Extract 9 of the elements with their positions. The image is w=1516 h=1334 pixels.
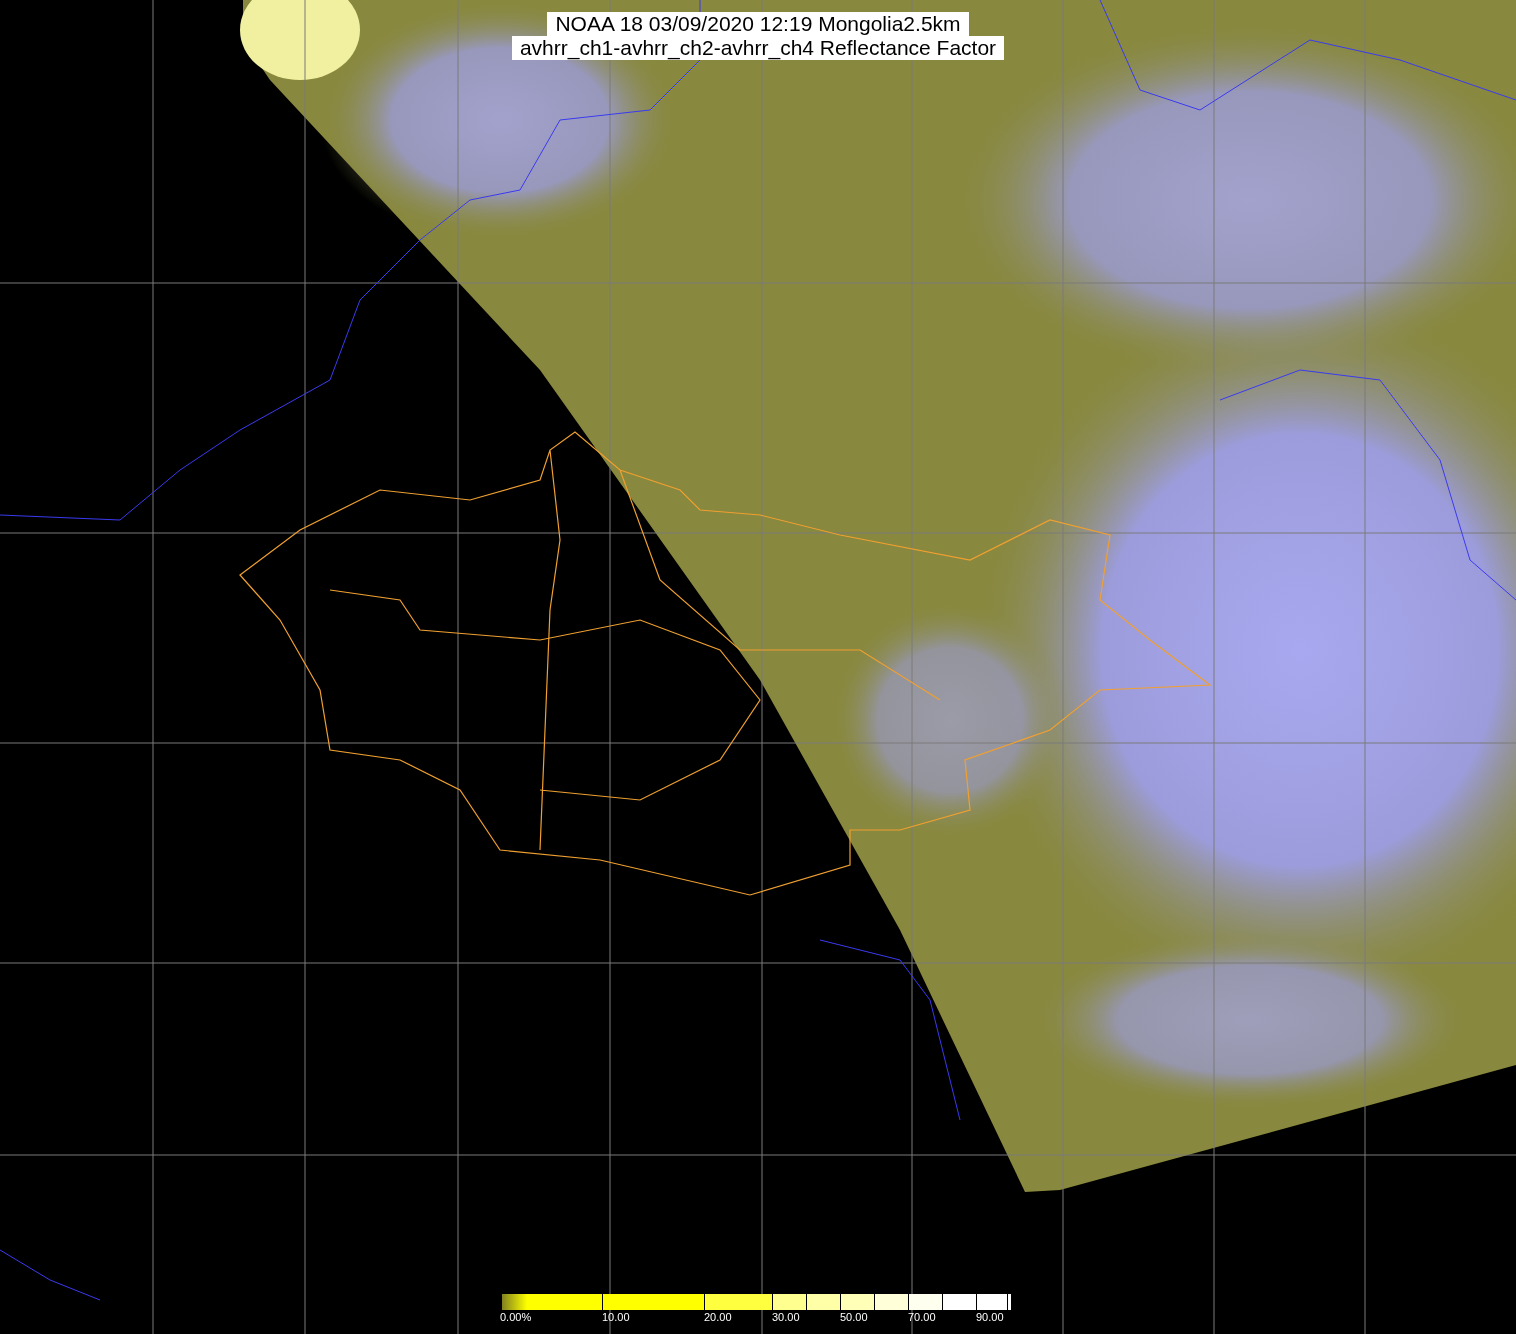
colorbar-tick-label: 50.00: [840, 1311, 868, 1324]
colorbar-tick-label: 20.00: [704, 1311, 732, 1324]
map-title: NOAA 18 03/09/2020 12:19 Mongolia2.5km: [547, 12, 969, 36]
map-title: avhrr_ch1-avhrr_ch2-avhrr_ch4 Reflectance Factor: [511, 36, 1005, 60]
colorbar-tick-label: 0.00%: [500, 1311, 532, 1324]
colorbar-tick-label: 10.00: [602, 1311, 630, 1324]
colorbar-tick-label: 30.00: [772, 1311, 800, 1324]
colorbar-tick-label: 90.00: [976, 1311, 1004, 1324]
colorbar-tick-label: 70.00: [908, 1311, 936, 1324]
